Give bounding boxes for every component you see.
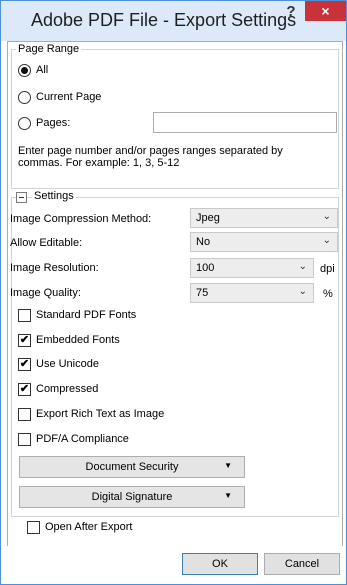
open-after-export-label: Open After Export <box>45 521 133 533</box>
standard-pdf-fonts-label: Standard PDF Fonts <box>36 309 137 321</box>
document-security-button[interactable]: Document Security ▼ <box>19 456 245 478</box>
pdfa-compliance-label: PDF/A Compliance <box>36 433 129 445</box>
image-resolution-select[interactable]: 100 ⌄ <box>190 258 314 278</box>
ok-button[interactable]: OK <box>182 553 258 575</box>
chevron-down-icon: ⌄ <box>322 211 331 222</box>
radio-pages[interactable] <box>18 117 31 130</box>
image-resolution-value: 100 <box>196 262 215 274</box>
settings-legend: Settings <box>32 190 76 202</box>
embedded-fonts-checkbox[interactable]: ✔ <box>18 334 31 347</box>
settings-panel: Page Range All Current Page Pages: Enter… <box>7 41 343 548</box>
radio-pages-label: Pages: <box>36 117 71 129</box>
page-range-hint-line2: commas. For example: 1, 3, 5-12 <box>18 157 180 169</box>
digital-signature-label: Digital Signature <box>91 491 173 503</box>
export-settings-dialog: Adobe PDF File - Export Settings ? × Pag… <box>0 0 347 585</box>
image-quality-unit: % <box>323 288 333 300</box>
radio-current-page-label: Current Page <box>36 91 102 103</box>
export-rich-text-checkbox[interactable] <box>18 408 31 421</box>
page-range-legend: Page Range <box>16 43 82 55</box>
use-unicode-checkbox[interactable]: ✔ <box>18 358 31 371</box>
radio-current-page[interactable] <box>18 91 31 104</box>
cancel-button[interactable]: Cancel <box>264 553 340 575</box>
use-unicode-label: Use Unicode <box>36 358 99 370</box>
chevron-down-icon: ⌄ <box>298 286 307 297</box>
standard-pdf-fonts-checkbox[interactable] <box>18 309 31 322</box>
dropdown-arrow-icon: ▼ <box>224 461 232 470</box>
compressed-checkbox[interactable]: ✔ <box>18 383 31 396</box>
export-rich-text-label: Export Rich Text as Image <box>36 408 165 420</box>
embedded-fonts-label: Embedded Fonts <box>36 334 120 346</box>
pdfa-compliance-checkbox[interactable] <box>18 433 31 446</box>
image-quality-label: Image Quality: <box>10 287 81 299</box>
title-bar: Adobe PDF File - Export Settings ? × <box>1 1 346 41</box>
image-resolution-label: Image Resolution: <box>10 262 99 274</box>
image-compression-select[interactable]: Jpeg ⌄ <box>190 208 338 228</box>
radio-all[interactable] <box>18 64 31 77</box>
radio-all-label: All <box>36 64 49 76</box>
dropdown-arrow-icon: ▼ <box>224 491 232 500</box>
dialog-footer: OK Cancel <box>1 546 346 584</box>
image-quality-value: 75 <box>196 287 209 299</box>
compressed-label: Compressed <box>36 383 99 395</box>
dialog-title: Adobe PDF File - Export Settings <box>31 10 297 30</box>
allow-editable-label: Allow Editable: <box>10 237 83 249</box>
pages-input[interactable] <box>153 112 337 133</box>
open-after-export-checkbox[interactable] <box>27 521 40 534</box>
digital-signature-button[interactable]: Digital Signature ▼ <box>19 486 245 508</box>
close-icon[interactable]: × <box>305 1 346 21</box>
image-resolution-unit: dpi <box>320 263 335 275</box>
chevron-down-icon: ⌄ <box>322 235 331 246</box>
collapse-icon[interactable] <box>16 192 27 203</box>
image-compression-value: Jpeg <box>196 212 220 224</box>
allow-editable-value: No <box>196 236 211 248</box>
chevron-down-icon: ⌄ <box>298 261 307 272</box>
page-range-hint-line1: Enter page number and/or pages ranges se… <box>18 145 283 157</box>
allow-editable-select[interactable]: No ⌄ <box>190 232 338 252</box>
image-compression-label: Image Compression Method: <box>10 213 152 225</box>
document-security-label: Document Security <box>85 461 179 473</box>
image-quality-select[interactable]: 75 ⌄ <box>190 283 314 303</box>
help-icon[interactable]: ? <box>281 3 301 23</box>
